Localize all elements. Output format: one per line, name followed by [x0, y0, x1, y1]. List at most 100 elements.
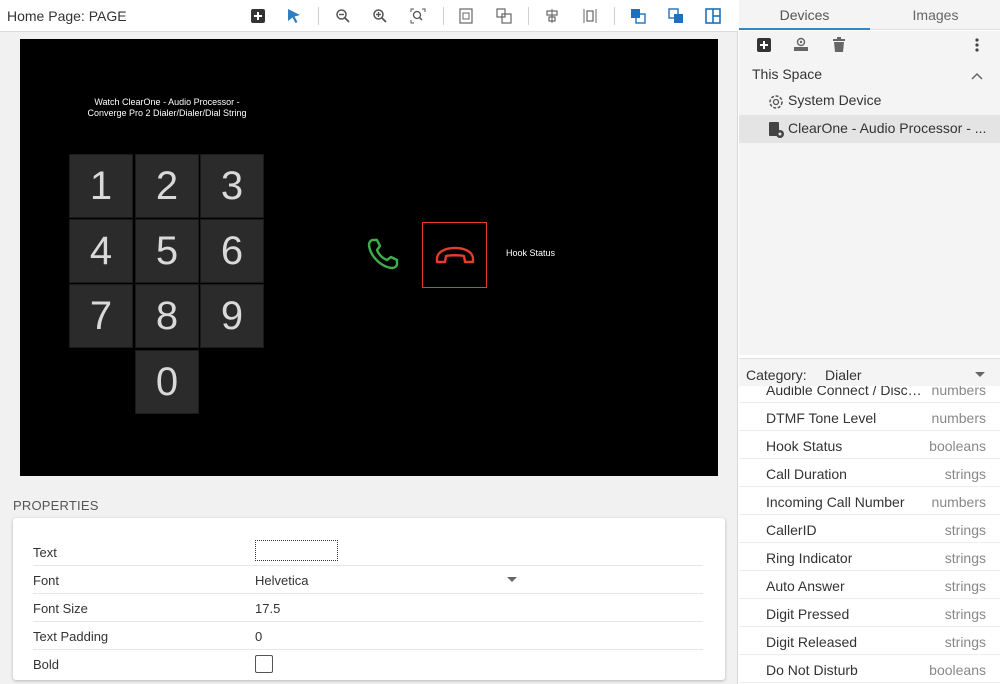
- attribute-name: Hook Status: [766, 438, 843, 454]
- list-item[interactable]: Do Not Disturb booleans: [739, 655, 1000, 683]
- text-padding-field[interactable]: 0: [255, 629, 262, 644]
- keypad-key-0[interactable]: 0: [135, 350, 199, 414]
- dial-string-label[interactable]: Watch ClearOne - Audio Processor - Conve…: [82, 97, 252, 119]
- attribute-name: DTMF Tone Level: [766, 410, 877, 426]
- zoom-fit-icon[interactable]: [406, 4, 430, 28]
- device-tree: This Space System Device ClearOne - Audi…: [739, 59, 1000, 355]
- gear-icon: [767, 93, 785, 111]
- keypad-key-3[interactable]: 3: [200, 154, 264, 218]
- font-select[interactable]: Helvetica: [255, 573, 308, 588]
- devices-toolbar: [739, 31, 1000, 59]
- device-icon: [767, 121, 785, 139]
- chevron-down-icon[interactable]: [975, 372, 985, 377]
- send-to-back-icon[interactable]: [664, 4, 688, 28]
- device-settings-icon[interactable]: [790, 34, 812, 56]
- trash-icon[interactable]: [828, 34, 850, 56]
- device-item-clearone[interactable]: ClearOne - Audio Processor - ...: [739, 115, 1000, 143]
- category-label: Category:: [746, 367, 807, 383]
- add-device-icon[interactable]: [753, 34, 775, 56]
- editor-area: Home Page: PAGE Watch ClearOne - Audio P…: [0, 0, 738, 684]
- keypad-key-9[interactable]: 9: [200, 284, 264, 348]
- hangup-phone-icon: [435, 246, 474, 264]
- call-phone-icon[interactable]: [365, 236, 401, 272]
- zoom-out-icon[interactable]: [331, 4, 355, 28]
- chevron-down-icon[interactable]: [507, 577, 517, 582]
- tab-devices[interactable]: Devices: [739, 0, 870, 30]
- keypad-key-1[interactable]: 1: [69, 154, 133, 218]
- select-arrow-icon[interactable]: [282, 4, 306, 28]
- tab-images[interactable]: Images: [870, 0, 1000, 30]
- align-center-icon[interactable]: [540, 4, 564, 28]
- bring-to-front-icon[interactable]: [626, 4, 650, 28]
- attribute-type: strings: [944, 578, 986, 594]
- layout-panel-icon[interactable]: [701, 4, 725, 28]
- property-label: Bold: [33, 657, 60, 672]
- resize-icon[interactable]: [492, 4, 516, 28]
- zoom-in-icon[interactable]: [368, 4, 392, 28]
- toolbar-divider: [318, 7, 319, 25]
- more-options-icon[interactable]: [966, 34, 988, 56]
- attribute-type: strings: [944, 606, 986, 622]
- distribute-icon[interactable]: [578, 4, 602, 28]
- property-row-bold: Bold: [33, 650, 703, 678]
- list-item[interactable]: Ring Indicator strings: [739, 543, 1000, 571]
- space-heading[interactable]: This Space: [752, 66, 822, 82]
- toolbar-divider: [443, 7, 444, 25]
- device-label: System Device: [788, 92, 882, 108]
- list-item[interactable]: Digit Released strings: [739, 627, 1000, 655]
- toolbar-divider: [614, 7, 615, 25]
- attribute-name: Auto Answer: [766, 578, 845, 594]
- attribute-name: Digit Pressed: [766, 606, 850, 622]
- attribute-type: strings: [944, 550, 986, 566]
- toolbar-divider: [528, 7, 529, 25]
- property-row-font: Font Helvetica: [33, 566, 703, 594]
- attribute-name: Call Duration: [766, 466, 847, 482]
- device-label: ClearOne - Audio Processor - ...: [788, 120, 987, 136]
- attribute-name: Audible Connect / Disco...: [766, 386, 926, 398]
- keypad-key-8[interactable]: 8: [135, 284, 199, 348]
- device-item-system[interactable]: System Device: [739, 87, 1000, 115]
- attribute-type: strings: [944, 466, 986, 482]
- chevron-up-icon[interactable]: [971, 67, 983, 83]
- property-row-text: Text: [33, 538, 703, 566]
- list-item[interactable]: Hook Status booleans: [739, 431, 1000, 459]
- list-item[interactable]: Auto Answer strings: [739, 571, 1000, 599]
- properties-header: PROPERTIES: [13, 498, 99, 513]
- text-field[interactable]: [255, 540, 338, 561]
- list-item[interactable]: Call Duration strings: [739, 459, 1000, 487]
- attribute-type: numbers: [931, 494, 986, 510]
- hook-status-label[interactable]: Hook Status: [506, 248, 555, 258]
- keypad-key-4[interactable]: 4: [69, 219, 133, 283]
- property-label: Text: [33, 545, 57, 560]
- list-item[interactable]: Audible Connect / Disco... numbers: [739, 386, 1000, 403]
- property-row-text-padding: Text Padding 0: [33, 622, 703, 650]
- category-value: Dialer: [825, 367, 862, 383]
- list-item[interactable]: CallerID strings: [739, 515, 1000, 543]
- list-item[interactable]: Incoming Call Number numbers: [739, 487, 1000, 515]
- attribute-type: numbers: [931, 386, 986, 398]
- category-select[interactable]: Category: Dialer: [739, 358, 1000, 386]
- property-label: Font Size: [33, 601, 88, 616]
- design-canvas[interactable]: Watch ClearOne - Audio Processor - Conve…: [20, 39, 718, 476]
- keypad-key-2[interactable]: 2: [135, 154, 199, 218]
- font-size-field[interactable]: 17.5: [255, 601, 280, 616]
- attribute-name: Ring Indicator: [766, 550, 853, 566]
- attribute-name: CallerID: [766, 522, 817, 538]
- attribute-type: numbers: [931, 410, 986, 426]
- attribute-list: Audible Connect / Disco... numbers DTMF …: [739, 386, 1000, 684]
- attribute-type: booleans: [929, 662, 986, 678]
- fit-page-icon[interactable]: [454, 4, 478, 28]
- keypad-key-7[interactable]: 7: [69, 284, 133, 348]
- attribute-name: Incoming Call Number: [766, 494, 905, 510]
- keypad-key-5[interactable]: 5: [135, 219, 199, 283]
- list-item[interactable]: Digit Pressed strings: [739, 599, 1000, 627]
- hangup-button[interactable]: [422, 222, 487, 288]
- list-item[interactable]: DTMF Tone Level numbers: [739, 403, 1000, 431]
- attribute-type: strings: [944, 634, 986, 650]
- add-widget-icon[interactable]: [246, 4, 270, 28]
- editor-toolbar: Home Page: PAGE: [0, 0, 738, 32]
- keypad-key-6[interactable]: 6: [200, 219, 264, 283]
- property-label: Font: [33, 573, 60, 588]
- property-label: Text Padding: [33, 629, 109, 644]
- bold-checkbox[interactable]: [255, 655, 273, 673]
